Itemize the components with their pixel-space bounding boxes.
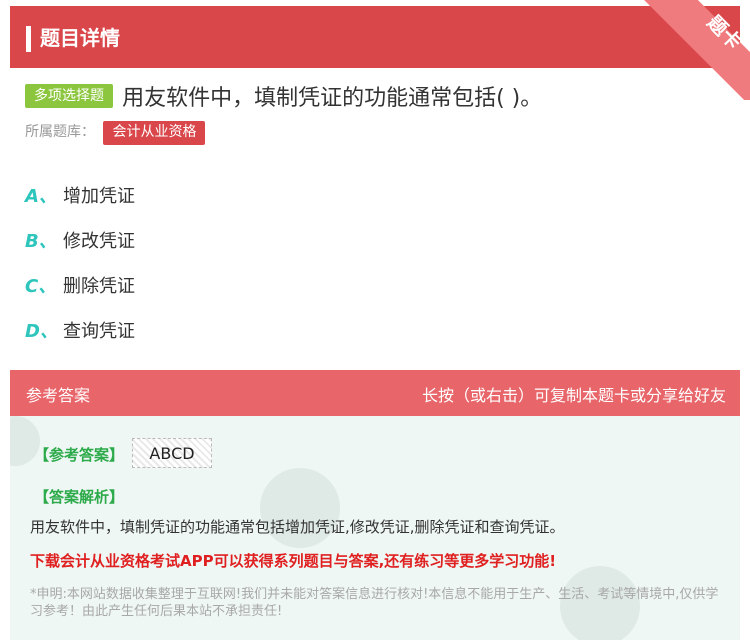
option-letter: B、 [25,230,57,252]
source-badge[interactable]: 会计从业资格 [103,121,206,145]
reference-answer-label: 【参考答案】 [34,446,125,464]
disclaimer: *申明:本网站数据收集整理于互联网!我们并未能对答案信息进行核对!本信息不能用于… [30,587,719,619]
options-list: A、 增加凭证 B、 修改凭证 C、 删除凭证 D、 查询凭证 [25,172,135,352]
option-a[interactable]: A、 增加凭证 [25,172,135,217]
share-hint: 长按（或右击）可复制本题卡或分享给好友 [421,386,726,405]
option-text: 增加凭证 [63,185,135,207]
option-c[interactable]: C、 删除凭证 [25,262,135,307]
option-letter: A、 [25,185,57,207]
reference-answer-value[interactable]: ABCD [132,438,212,468]
header-accent [26,26,31,52]
option-d[interactable]: D、 查询凭证 [25,307,135,352]
question-type-badge: 多项选择题 [25,84,113,108]
option-b[interactable]: B、 修改凭证 [25,217,135,262]
option-text: 修改凭证 [63,230,135,252]
question-source: 所属题库： 会计从业资格 [25,121,206,145]
question-line: 多项选择题 用友软件中，填制凭证的功能通常包括( )。 [25,80,735,112]
answer-title: 参考答案 [26,386,91,405]
answer-header: 参考答案 长按（或右击）可复制本题卡或分享给好友 [10,370,740,416]
app-promo-link[interactable]: 下载会计从业资格考试APP可以获得系列题目与答案,还有练习等更多学习功能! [30,550,556,571]
option-letter: D、 [25,320,58,342]
option-text: 删除凭证 [63,275,135,297]
option-letter: C、 [25,275,57,297]
analysis-text: 用友软件中，填制凭证的功能通常包括增加凭证,修改凭证,删除凭证和查询凭证。 [30,518,565,536]
page-title: 题目详情 [40,26,120,50]
analysis-label: 【答案解析】 [34,488,125,506]
answer-panel: 【参考答案】 ABCD 【答案解析】 用友软件中，填制凭证的功能通常包括增加凭证… [10,416,740,640]
source-label: 所属题库： [25,124,95,140]
header-bar: 题目详情 [10,6,740,68]
option-text: 查询凭证 [63,320,135,342]
question-text: 用友软件中，填制凭证的功能通常包括( )。 [122,86,543,111]
